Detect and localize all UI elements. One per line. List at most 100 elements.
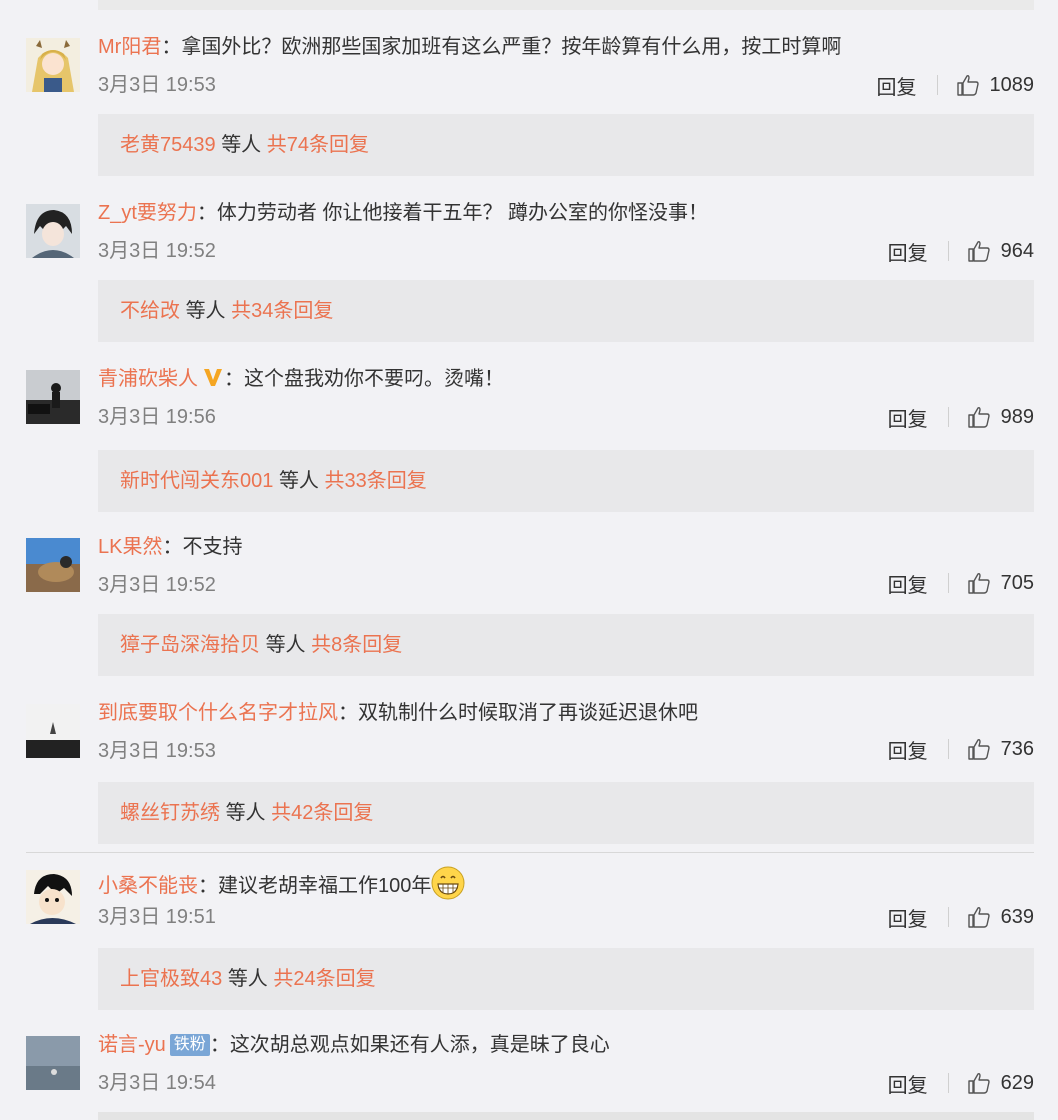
avatar[interactable] — [26, 704, 80, 758]
reply-count-link[interactable]: 共34条回复 — [231, 300, 333, 322]
like-count: 964 — [1000, 239, 1034, 262]
username-link[interactable]: 诺言-yu — [98, 1034, 166, 1056]
username-link[interactable]: Z_yt要努力 — [98, 202, 197, 224]
reply-button[interactable]: 回复 — [888, 735, 928, 764]
comment-actions: 回复 964 — [888, 237, 1034, 266]
comment-line: LK果然：不支持 — [98, 534, 242, 560]
reply-button[interactable]: 回复 — [888, 903, 928, 932]
grin-emoji-icon — [431, 866, 465, 900]
reply-summary[interactable]: 螺丝钉苏绣 等人 共42条回复 — [98, 782, 1034, 844]
comment-line: 到底要取个什么名字才拉风：双轨制什么时候取消了再谈延迟退休吧 — [98, 700, 698, 726]
avatar[interactable] — [26, 870, 80, 924]
reply-count-link[interactable]: 共24条回复 — [273, 968, 375, 990]
reply-count-link[interactable]: 共33条回复 — [325, 470, 427, 492]
reply-mid-text: 等人 — [227, 968, 268, 990]
comment-time: 3月3日 19:54 — [98, 1072, 216, 1094]
comment-text: 这个盘我劝你不要叼。烫嘴！ — [244, 368, 504, 390]
reply-summary[interactable]: 獐子岛深海拾贝 等人 共8条回复 — [98, 614, 1034, 676]
comment-actions: 回复 1089 — [877, 71, 1035, 100]
reply-mid-text: 等人 — [278, 470, 319, 492]
thumbs-up-icon — [967, 1073, 990, 1094]
reply-count-link[interactable]: 共42条回复 — [271, 802, 373, 824]
colon: ： — [224, 368, 244, 390]
avatar[interactable] — [26, 538, 80, 592]
comment-text: 不支持 — [182, 536, 243, 558]
comment-actions: 回复 705 — [888, 569, 1034, 598]
like-count: 639 — [1000, 905, 1034, 928]
like-button[interactable]: 639 — [967, 906, 1034, 929]
like-button[interactable]: 964 — [967, 240, 1034, 263]
colon: ： — [162, 536, 183, 558]
comment-actions: 回复 736 — [888, 735, 1034, 764]
reply-count-link[interactable]: 共8条回复 — [311, 634, 402, 656]
reply-user-link[interactable]: 上官极致43 — [120, 968, 222, 990]
like-count: 1089 — [989, 73, 1035, 96]
comment-time: 3月3日 19:52 — [98, 240, 216, 262]
reply-mid-text: 等人 — [185, 300, 226, 322]
reply-user-link[interactable]: 獐子岛深海拾贝 — [120, 634, 260, 656]
reply-button[interactable]: 回复 — [888, 1069, 928, 1098]
reply-user-link[interactable]: 螺丝钉苏绣 — [120, 802, 220, 824]
avatar[interactable] — [26, 204, 80, 258]
reply-summary[interactable]: 新时代闯关东001 等人 共33条回复 — [98, 450, 1034, 512]
action-divider — [947, 573, 949, 593]
action-divider — [947, 407, 949, 427]
reply-button[interactable]: 回复 — [888, 237, 928, 266]
reply-user-link[interactable]: 老黄75439 — [120, 134, 216, 156]
like-count: 705 — [1000, 571, 1034, 594]
username-link[interactable]: 青浦砍柴人 — [98, 368, 198, 390]
comment-text: 体力劳动者 你让他接着干五年？ 蹲办公室的你怪没事！ — [216, 202, 709, 224]
avatar[interactable] — [26, 1036, 80, 1090]
reply-count-link[interactable]: 共74条回复 — [267, 134, 369, 156]
avatar[interactable] — [26, 370, 80, 424]
comment-actions: 回复 629 — [888, 1069, 1034, 1098]
colon: ： — [198, 875, 218, 897]
like-count: 989 — [1000, 405, 1034, 428]
thumbs-up-icon — [967, 573, 990, 594]
username-link[interactable]: 到底要取个什么名字才拉风 — [98, 702, 338, 724]
reply-user-link[interactable]: 新时代闯关东001 — [120, 470, 273, 492]
avatar[interactable] — [26, 38, 80, 92]
like-button[interactable]: 1089 — [956, 73, 1035, 97]
reply-summary[interactable]: 不给改 等人 共34条回复 — [98, 280, 1034, 342]
username-link[interactable]: Mr阳君 — [98, 36, 161, 58]
next-reply-box-edge — [98, 1112, 1034, 1120]
thumbs-up-icon — [967, 907, 990, 928]
comment-feed: Mr阳君：拿国外比？欧洲那些国家加班有这么严重？按年龄算有什么用，按工时算啊 3… — [0, 0, 1058, 1120]
like-button[interactable]: 705 — [967, 572, 1034, 595]
reply-summary[interactable]: 上官极致43 等人 共24条回复 — [98, 948, 1034, 1010]
comment-time: 3月3日 19:53 — [98, 740, 216, 762]
action-divider — [947, 739, 949, 759]
comment-line: Mr阳君：拿国外比？欧洲那些国家加班有这么严重？按年龄算有什么用，按工时算啊 — [98, 34, 841, 60]
reply-summary[interactable]: 老黄75439 等人 共74条回复 — [98, 114, 1034, 176]
comment-line: 小桑不能丧：建议老胡幸福工作100年 — [98, 866, 465, 900]
thumbs-up-icon — [967, 407, 990, 428]
comment-line: 青浦砍柴人 ：这个盘我劝你不要叼。烫嘴！ — [98, 366, 504, 392]
reply-user-link[interactable]: 不给改 — [120, 300, 180, 322]
comment-text: 建议老胡幸福工作100年 — [218, 875, 432, 897]
fan-badge: 铁粉 — [169, 1034, 210, 1056]
comment-time: 3月3日 19:56 — [98, 406, 216, 428]
thumbs-up-icon — [967, 241, 990, 262]
reply-button[interactable]: 回复 — [888, 403, 928, 432]
like-count: 736 — [1000, 737, 1034, 760]
reply-button[interactable]: 回复 — [877, 71, 917, 100]
action-divider — [947, 907, 949, 927]
username-link[interactable]: 小桑不能丧 — [98, 875, 198, 897]
comment-time: 3月3日 19:52 — [98, 574, 216, 596]
verified-v-icon — [204, 369, 222, 386]
reply-button[interactable]: 回复 — [888, 569, 928, 598]
like-button[interactable]: 629 — [967, 1072, 1034, 1095]
like-button[interactable]: 736 — [967, 738, 1034, 761]
action-divider — [936, 75, 938, 95]
reply-mid-text: 等人 — [265, 634, 306, 656]
like-button[interactable]: 989 — [967, 406, 1034, 429]
like-count: 629 — [1000, 1071, 1034, 1094]
username-link[interactable]: LK果然 — [98, 536, 162, 558]
comment-time: 3月3日 19:51 — [98, 906, 216, 928]
comment-text: 双轨制什么时候取消了再谈延迟退休吧 — [358, 702, 698, 724]
previous-reply-box-edge — [98, 0, 1034, 10]
comment-text: 拿国外比？欧洲那些国家加班有这么严重？按年龄算有什么用，按工时算啊 — [181, 36, 842, 58]
comment-actions: 回复 989 — [888, 403, 1034, 432]
colon: ： — [209, 1034, 230, 1056]
